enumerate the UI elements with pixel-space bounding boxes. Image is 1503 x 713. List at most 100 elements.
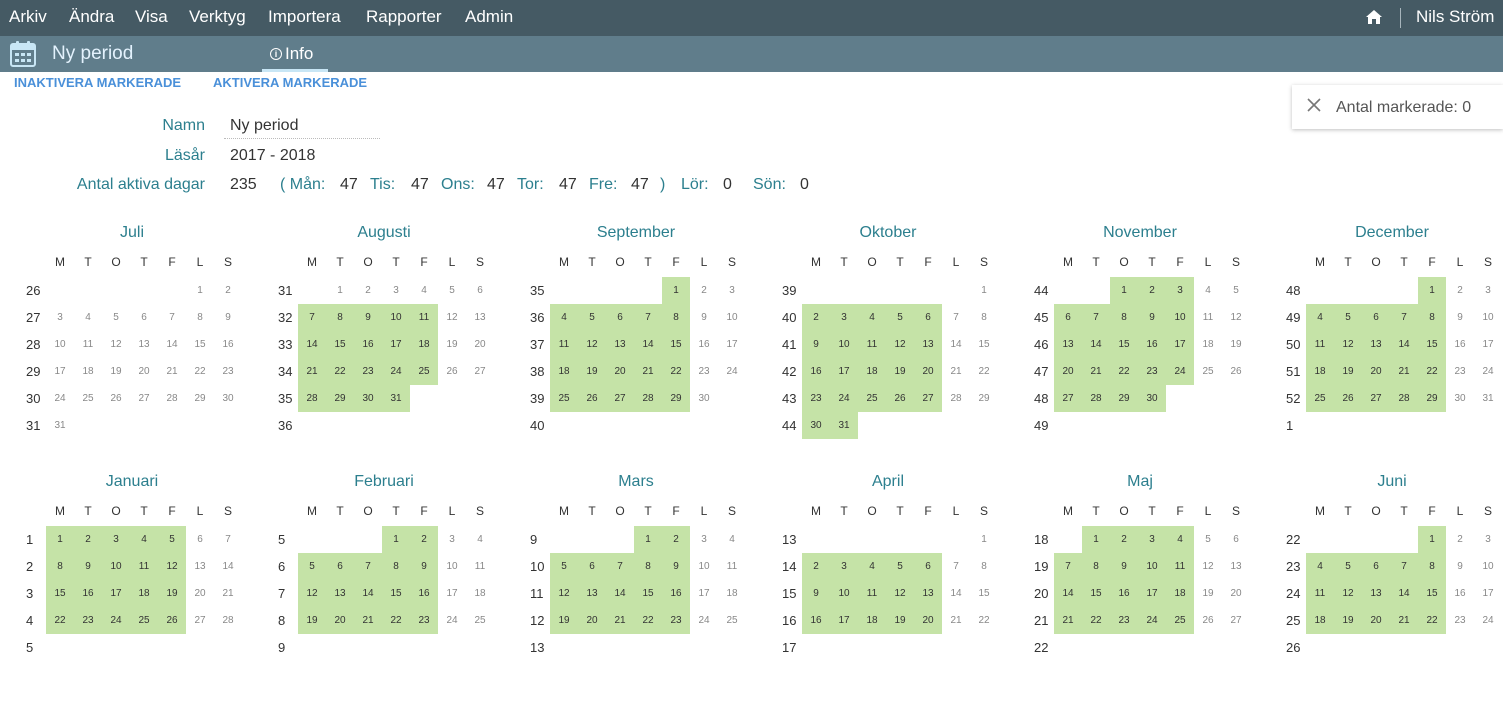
day-cell[interactable]: 3 [1166,277,1194,304]
day-cell[interactable]: 9 [214,304,242,331]
day-cell[interactable]: 18 [1166,580,1194,607]
day-cell[interactable]: 9 [354,304,382,331]
day-cell[interactable]: 16 [1138,331,1166,358]
day-cell[interactable]: 10 [1138,553,1166,580]
day-cell[interactable]: 19 [102,358,130,385]
day-cell[interactable]: 12 [1334,580,1362,607]
day-cell[interactable]: 24 [690,607,718,634]
day-cell[interactable]: 21 [942,607,970,634]
day-cell[interactable]: 6 [914,553,942,580]
menu-rapporter[interactable]: Rapporter [366,7,442,27]
day-cell[interactable]: 5 [102,304,130,331]
day-cell[interactable]: 3 [382,277,410,304]
day-cell[interactable]: 21 [298,358,326,385]
day-cell[interactable]: 11 [410,304,438,331]
day-cell[interactable]: 14 [158,331,186,358]
day-cell[interactable]: 30 [214,385,242,412]
day-cell[interactable]: 5 [158,526,186,553]
day-cell[interactable]: 20 [1362,358,1390,385]
day-cell[interactable]: 13 [606,331,634,358]
day-cell[interactable]: 13 [1222,553,1250,580]
day-cell[interactable]: 18 [410,331,438,358]
day-cell[interactable]: 6 [606,304,634,331]
day-cell[interactable]: 23 [74,607,102,634]
day-cell[interactable]: 12 [1334,331,1362,358]
day-cell[interactable]: 26 [102,385,130,412]
day-cell[interactable]: 6 [326,553,354,580]
day-cell[interactable]: 8 [46,553,74,580]
day-cell[interactable]: 27 [1222,607,1250,634]
day-cell[interactable]: 14 [1054,580,1082,607]
day-cell[interactable]: 17 [690,580,718,607]
day-cell[interactable]: 22 [46,607,74,634]
day-cell[interactable]: 31 [830,412,858,439]
day-cell[interactable]: 22 [970,358,998,385]
day-cell[interactable]: 8 [382,553,410,580]
day-cell[interactable]: 22 [662,358,690,385]
day-cell[interactable]: 29 [970,385,998,412]
day-cell[interactable]: 12 [102,331,130,358]
day-cell[interactable]: 2 [214,277,242,304]
day-cell[interactable]: 13 [914,580,942,607]
day-cell[interactable]: 4 [74,304,102,331]
day-cell[interactable]: 5 [1334,553,1362,580]
day-cell[interactable]: 10 [382,304,410,331]
day-cell[interactable]: 31 [1474,385,1502,412]
day-cell[interactable]: 13 [578,580,606,607]
day-cell[interactable]: 22 [634,607,662,634]
day-cell[interactable]: 2 [802,304,830,331]
day-cell[interactable]: 1 [326,277,354,304]
activate-selected-button[interactable]: AKTIVERA MARKERADE [213,75,367,90]
day-cell[interactable]: 25 [466,607,494,634]
day-cell[interactable]: 20 [1054,358,1082,385]
day-cell[interactable]: 10 [830,331,858,358]
day-cell[interactable]: 25 [858,385,886,412]
day-cell[interactable]: 14 [298,331,326,358]
day-cell[interactable]: 6 [186,526,214,553]
day-cell[interactable]: 3 [102,526,130,553]
day-cell[interactable]: 16 [74,580,102,607]
day-cell[interactable]: 17 [1474,580,1502,607]
day-cell[interactable]: 15 [970,331,998,358]
day-cell[interactable]: 7 [298,304,326,331]
day-cell[interactable]: 7 [1390,553,1418,580]
day-cell[interactable]: 7 [606,553,634,580]
day-cell[interactable]: 19 [886,607,914,634]
day-cell[interactable]: 6 [1054,304,1082,331]
day-cell[interactable]: 8 [1110,304,1138,331]
day-cell[interactable]: 28 [1390,385,1418,412]
day-cell[interactable]: 18 [550,358,578,385]
day-cell[interactable]: 1 [1110,277,1138,304]
day-cell[interactable]: 25 [410,358,438,385]
day-cell[interactable]: 8 [662,304,690,331]
day-cell[interactable]: 4 [1194,277,1222,304]
day-cell[interactable]: 2 [1446,277,1474,304]
day-cell[interactable]: 8 [1082,553,1110,580]
day-cell[interactable]: 11 [858,580,886,607]
day-cell[interactable]: 2 [410,526,438,553]
day-cell[interactable]: 7 [1390,304,1418,331]
day-cell[interactable]: 8 [186,304,214,331]
day-cell[interactable]: 5 [1334,304,1362,331]
menu-andra[interactable]: Ändra [69,7,114,27]
day-cell[interactable]: 24 [718,358,746,385]
day-cell[interactable]: 25 [130,607,158,634]
day-cell[interactable]: 21 [606,607,634,634]
day-cell[interactable]: 17 [830,358,858,385]
day-cell[interactable]: 19 [550,607,578,634]
day-cell[interactable]: 15 [186,331,214,358]
day-cell[interactable]: 9 [802,580,830,607]
day-cell[interactable]: 10 [690,553,718,580]
day-cell[interactable]: 19 [438,331,466,358]
day-cell[interactable]: 16 [354,331,382,358]
day-cell[interactable]: 14 [606,580,634,607]
day-cell[interactable]: 27 [1362,385,1390,412]
day-cell[interactable]: 4 [1166,526,1194,553]
day-cell[interactable]: 23 [690,358,718,385]
day-cell[interactable]: 25 [74,385,102,412]
day-cell[interactable]: 7 [1082,304,1110,331]
day-cell[interactable]: 24 [382,358,410,385]
day-cell[interactable]: 5 [298,553,326,580]
day-cell[interactable]: 2 [1138,277,1166,304]
day-cell[interactable]: 11 [858,331,886,358]
